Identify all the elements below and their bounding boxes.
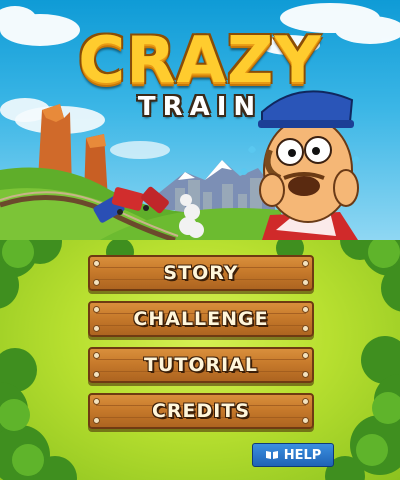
game-subtitle: TRAIN — [137, 92, 263, 122]
game-screen: CRAZY TRAIN STORY CHALLENGE TUTORIAL CRE… — [0, 0, 400, 480]
help-button[interactable]: HELP — [252, 443, 334, 467]
menu-button-tutorial[interactable]: TUTORIAL — [88, 347, 314, 383]
title-screen: CRAZY TRAIN — [0, 0, 400, 240]
menu-button-label: STORY — [163, 262, 239, 284]
menu-button-label: CHALLENGE — [133, 308, 269, 330]
menu-button-label: TUTORIAL — [143, 354, 258, 376]
menu-button-story[interactable]: STORY — [88, 255, 314, 291]
book-icon — [265, 451, 278, 459]
menu-button-label: CREDITS — [151, 400, 251, 422]
menu-button-credits[interactable]: CREDITS — [88, 393, 314, 429]
menu-button-challenge[interactable]: CHALLENGE — [88, 301, 314, 337]
game-title: CRAZY — [78, 24, 322, 98]
help-button-label: HELP — [283, 447, 322, 463]
